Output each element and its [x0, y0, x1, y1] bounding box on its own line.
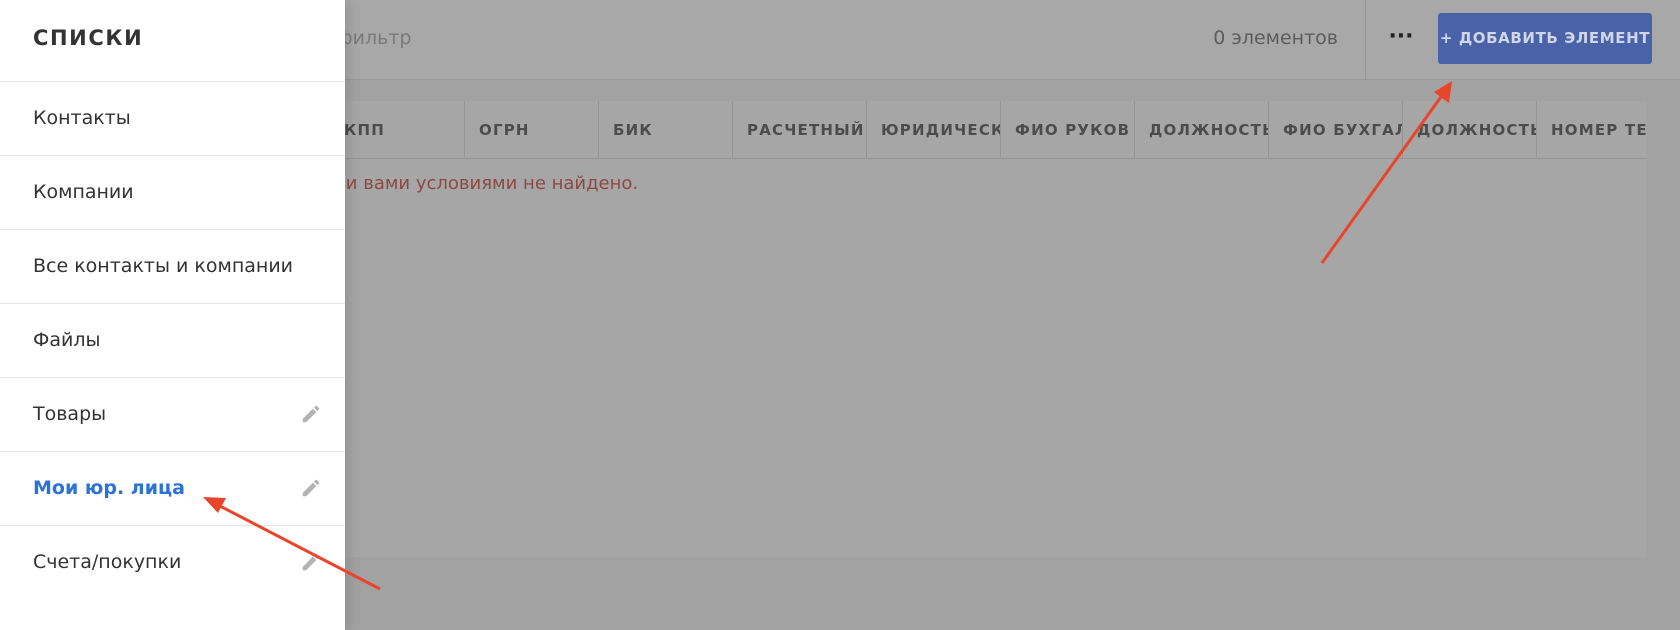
list-item-label: Все контакты и компании: [33, 255, 294, 277]
list-item-label: Товары: [33, 403, 107, 425]
pencil-icon[interactable]: [300, 551, 322, 573]
add-element-button[interactable]: + ДОБАВИТЬ ЭЛЕМЕНТ: [1438, 13, 1652, 64]
column-header[interactable]: ДОЛЖНОСТЬ: [1402, 101, 1536, 159]
column-header[interactable]: ЮРИДИЧЕСК: [866, 101, 1000, 159]
list-item-my-legal-entities[interactable]: Мои юр. лица: [0, 452, 345, 526]
list-item-goods[interactable]: Товары: [0, 378, 345, 452]
column-header[interactable]: БИК: [598, 101, 732, 159]
more-dots-icon[interactable]: ···: [1386, 22, 1416, 56]
list-item-all-contacts-companies[interactable]: Все контакты и компании: [0, 230, 345, 304]
lists-side-panel: СПИСКИ Контакты Компании Все контакты и …: [0, 0, 345, 630]
toolbar-divider: [1365, 0, 1366, 80]
list-item-files[interactable]: Файлы: [0, 304, 345, 378]
list-item-companies[interactable]: Компании: [0, 156, 345, 230]
list-item-label: Мои юр. лица: [33, 477, 185, 499]
list-item-label: Файлы: [33, 329, 101, 351]
column-header[interactable]: ОГРН: [464, 101, 598, 159]
pencil-icon[interactable]: [300, 403, 322, 425]
panel-title: СПИСКИ: [33, 26, 144, 50]
column-header[interactable]: ФИО БУХГАЛ: [1268, 101, 1402, 159]
column-header[interactable]: КПП: [330, 101, 464, 159]
list-item-label: Счета/покупки: [33, 551, 182, 573]
empty-state-message: ыми вами условиями не найдено.: [318, 173, 639, 194]
pencil-icon[interactable]: [300, 477, 322, 499]
column-header[interactable]: НОМЕР ТЕЛ: [1536, 101, 1647, 159]
column-header[interactable]: ФИО РУКОВ: [1000, 101, 1134, 159]
column-header[interactable]: ДОЛЖНОСТЬ: [1134, 101, 1268, 159]
list-item-invoices-purchases[interactable]: Счета/покупки: [0, 526, 345, 600]
list-item-contacts[interactable]: Контакты: [0, 82, 345, 156]
column-header[interactable]: РАСЧЕТНЫЙ: [732, 101, 866, 159]
element-count: 0 элементов: [1213, 27, 1338, 49]
list-item-label: Контакты: [33, 107, 131, 129]
list-item-label: Компании: [33, 181, 134, 203]
